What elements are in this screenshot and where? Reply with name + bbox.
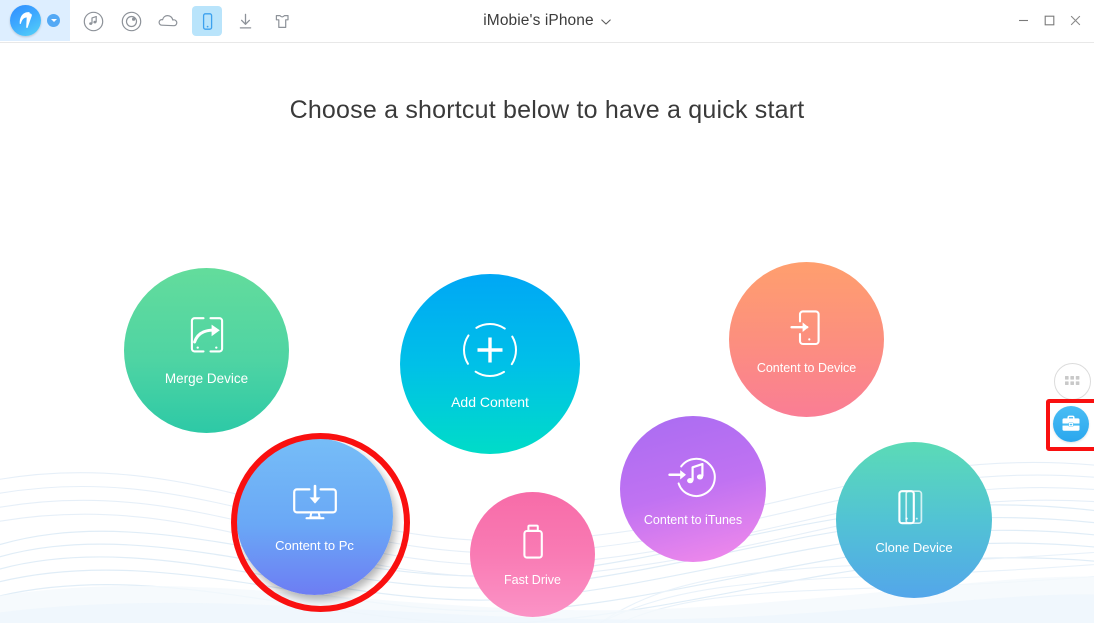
shortcut-canvas: Choose a shortcut below to have a quick …	[0, 42, 1094, 623]
minimize-button[interactable]	[1010, 6, 1036, 36]
anytrans-window: iMobie's iPhone Choose a shortcut below …	[0, 0, 1094, 623]
toolbox-icon	[1062, 415, 1080, 431]
all-tools-grid-button[interactable]	[1054, 363, 1091, 400]
shortcut-label: Content to Device	[756, 360, 857, 375]
shortcut-add-content[interactable]: Add Content	[400, 274, 580, 454]
app-logo-zone[interactable]	[0, 0, 70, 41]
shortcut-label: Merge Device	[164, 371, 249, 387]
toolbox-button[interactable]	[1053, 406, 1089, 442]
toolbar-item-downloader[interactable]	[230, 6, 260, 36]
page-title: Choose a shortcut below to have a quick …	[289, 96, 805, 124]
shortcut-label: Fast Drive	[504, 573, 561, 588]
dashed-circle-plus-icon	[459, 319, 521, 381]
two-phones-clone-icon	[891, 486, 937, 530]
main-toolbar	[78, 5, 298, 37]
two-phones-merge-arrow-icon	[179, 315, 235, 361]
shortcut-content-to-device[interactable]: Content to Device	[729, 262, 884, 417]
toolbar-item-backup[interactable]	[116, 6, 146, 36]
maximize-button[interactable]	[1036, 6, 1062, 36]
close-button[interactable]	[1062, 6, 1088, 36]
toolbar-item-device[interactable]	[192, 6, 222, 36]
logo-dropdown-caret-icon[interactable]	[47, 14, 60, 27]
phone-arrow-in-icon	[784, 305, 830, 351]
chevron-down-icon	[600, 18, 611, 25]
shortcut-label: Add Content	[451, 394, 529, 410]
shortcut-label: Content to Pc	[275, 537, 354, 553]
monitor-download-icon	[287, 482, 343, 528]
anytrans-logo-icon[interactable]	[10, 5, 41, 36]
device-name-label: iMobie's iPhone	[483, 11, 594, 29]
shortcut-fast-drive[interactable]: Fast Drive	[470, 492, 595, 617]
device-selector[interactable]: iMobie's iPhone	[483, 11, 611, 30]
shortcut-label: Content to iTunes	[643, 512, 743, 527]
circle-arrow-music-note-icon	[664, 452, 722, 504]
usb-drive-icon	[515, 522, 551, 564]
toolbar-item-music[interactable]	[78, 6, 108, 36]
toolbar-item-cloud[interactable]	[154, 6, 184, 36]
shortcut-clone-device[interactable]: Clone Device	[836, 442, 992, 598]
shortcut-content-to-itunes[interactable]: Content to iTunes	[620, 416, 766, 562]
window-controls	[1010, 0, 1088, 41]
toolbar-item-more[interactable]	[268, 6, 298, 36]
shortcut-merge-device[interactable]: Merge Device	[124, 268, 289, 433]
shortcut-label: Clone Device	[875, 540, 953, 555]
grid-apps-icon	[1065, 376, 1080, 385]
shortcut-content-to-pc[interactable]: Content to Pc	[236, 438, 393, 595]
title-bar: iMobie's iPhone	[0, 0, 1094, 43]
